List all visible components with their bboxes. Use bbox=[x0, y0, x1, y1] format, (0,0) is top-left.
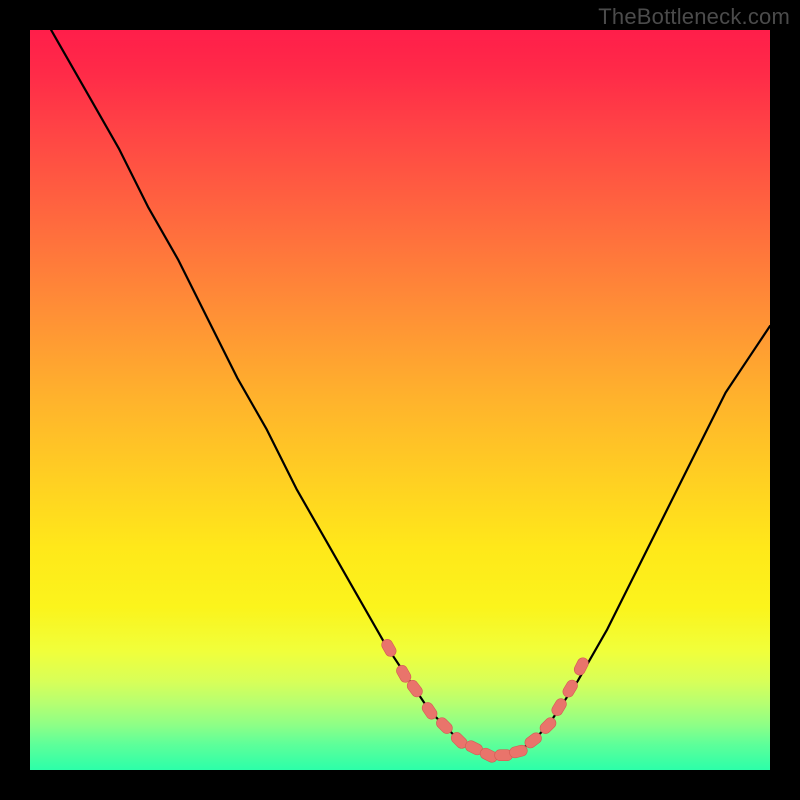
watermark-text: TheBottleneck.com bbox=[598, 4, 790, 30]
plot-area bbox=[30, 30, 770, 770]
highlight-markers bbox=[380, 637, 591, 764]
highlight-marker bbox=[508, 744, 528, 759]
curve-layer bbox=[30, 30, 770, 770]
bottleneck-curve bbox=[30, 30, 770, 755]
highlight-marker bbox=[572, 656, 590, 677]
chart-frame: TheBottleneck.com bbox=[0, 0, 800, 800]
